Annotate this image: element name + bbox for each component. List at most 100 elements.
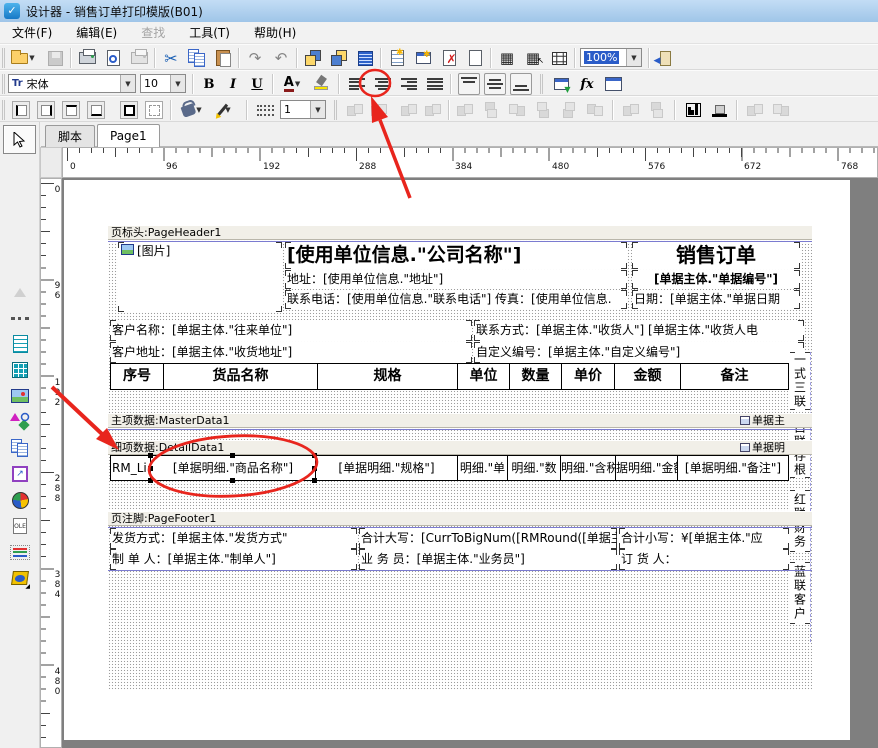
band-detail-data[interactable]: 细项数据:DetailData1 — [108, 440, 812, 455]
highlight-button[interactable] — [310, 73, 332, 95]
copies-label[interactable]: 蓝联客户 — [790, 562, 810, 624]
table-header-cell[interactable]: 货品名称 — [163, 363, 318, 390]
split-window-button[interactable] — [548, 47, 570, 69]
detail-cell-amount[interactable]: 据明细."金额 — [615, 455, 678, 481]
table-header-cell[interactable]: 数量 — [509, 363, 562, 390]
align-right-button[interactable] — [398, 73, 420, 95]
order-date-field[interactable]: 日期：[单据主体."单据日期 — [632, 290, 800, 309]
font-size-select[interactable]: 10 ▼ — [140, 74, 186, 93]
line-width-select[interactable]: 1 ▼ — [280, 100, 326, 119]
address-field[interactable]: 地址：[使用单位信息."地址"] — [285, 270, 627, 289]
chevron-down-icon[interactable]: ▼ — [120, 75, 135, 92]
band-page-footer[interactable]: 页注脚:PageFooter1 — [108, 511, 812, 526]
new-report-button[interactable]: ✱ — [386, 47, 408, 69]
border-left-button[interactable] — [10, 99, 32, 121]
selection-handle[interactable] — [312, 466, 317, 471]
tab-script[interactable]: 脚本 — [45, 125, 95, 147]
data-window-button[interactable]: ▼ — [550, 73, 572, 95]
toolbar-grip[interactable] — [2, 48, 6, 68]
menu-help[interactable]: 帮助(H) — [242, 21, 308, 44]
menu-edit[interactable]: 编辑(E) — [64, 21, 129, 44]
show-grid-button[interactable]: ▦ — [496, 47, 518, 69]
zoom-select[interactable]: 100% ▼ — [580, 48, 642, 67]
memo-tool-button[interactable] — [8, 540, 32, 564]
richtext-tool-button[interactable] — [8, 436, 32, 460]
table-header-cell[interactable]: 备注 — [680, 363, 789, 390]
underline-button[interactable]: U — [246, 73, 268, 95]
table-header-cell[interactable]: 单价 — [561, 363, 615, 390]
detail-cell-lineno[interactable]: RM_Li — [110, 455, 151, 481]
detail-cell-qty[interactable]: 明细."数 — [507, 455, 561, 481]
ole-tool-button[interactable]: OLE — [8, 514, 32, 538]
contact-field[interactable]: 联系方式：[单据主体."收货人"] [单据主体."收货人电 — [474, 320, 804, 341]
align-center-button[interactable] — [372, 73, 394, 95]
align-left-button[interactable] — [346, 73, 368, 95]
selection-handle[interactable] — [148, 478, 153, 483]
valign-middle-button[interactable] — [484, 73, 506, 95]
blank-page-button[interactable] — [464, 47, 486, 69]
table-header-cell[interactable]: 单位 — [457, 363, 510, 390]
snap-to-grid-button[interactable]: ▦↖ — [522, 47, 544, 69]
bring-to-front-button[interactable] — [302, 47, 324, 69]
band-page-header[interactable]: 页标头:PageHeader1 — [108, 225, 812, 240]
copy-button[interactable] — [186, 47, 208, 69]
cut-button[interactable]: ✂ — [160, 47, 182, 69]
bold-button[interactable]: B — [198, 73, 220, 95]
copies-label[interactable]: 一式三联 — [790, 352, 810, 410]
size-to-grid-button[interactable] — [682, 99, 704, 121]
border-right-button[interactable] — [35, 99, 57, 121]
border-top-button[interactable] — [60, 99, 82, 121]
font-color-button[interactable]: A▼ — [278, 73, 306, 95]
table-header-cell[interactable]: 金额 — [614, 363, 681, 390]
form-properties-button[interactable] — [602, 73, 624, 95]
delete-page-button[interactable]: ✗ — [438, 47, 460, 69]
print-preview-button[interactable] — [102, 47, 124, 69]
menu-file[interactable]: 文件(F) — [0, 21, 64, 44]
chevron-down-icon[interactable]: ▼ — [170, 75, 185, 92]
maker-field[interactable]: 制 单 人：[单据主体."制单人"] — [110, 549, 357, 570]
table-header-cell[interactable]: 规格 — [317, 363, 458, 390]
total-in-figures-field[interactable]: 合计小写：¥[单据主体."应 — [619, 528, 789, 549]
company-name-field[interactable]: [使用单位信息."公司名称"] — [285, 242, 627, 269]
designer-extra-tool-button[interactable]: ◢ — [8, 566, 32, 590]
toolbar-grip[interactable] — [2, 100, 6, 120]
valign-top-button[interactable] — [458, 73, 480, 95]
toolbar-grip[interactable] — [540, 74, 544, 94]
align-text-bottom-button[interactable] — [708, 99, 730, 121]
custom-number-field[interactable]: 自定义编号：[单据主体."自定义编号"] — [474, 342, 804, 363]
ship-method-field[interactable]: 发货方式：[单据主体."发货方式" — [110, 528, 357, 549]
tab-page1[interactable]: Page1 — [97, 124, 160, 147]
selection-handle[interactable] — [148, 466, 153, 471]
customer-name-field[interactable]: 客户名称：[单据主体."往来单位"] — [110, 320, 472, 341]
label-tool-button[interactable] — [8, 332, 32, 356]
align-justify-button[interactable] — [424, 73, 446, 95]
open-button[interactable]: ▼ — [8, 47, 38, 69]
selection-handle[interactable] — [312, 453, 317, 458]
fill-color-button[interactable]: ▼ — [178, 99, 206, 121]
toolbar-grip[interactable] — [334, 100, 338, 120]
system-field-tool-button[interactable] — [8, 358, 32, 382]
subreport-tool-button[interactable]: ↗ — [8, 462, 32, 486]
chart-tool-button[interactable] — [8, 488, 32, 512]
select-tool-button[interactable] — [3, 125, 36, 154]
paste-button[interactable] — [212, 47, 234, 69]
salesman-field[interactable]: 业 务 员：[单据主体."业务员"] — [359, 549, 617, 570]
border-none-button[interactable] — [143, 99, 165, 121]
picture-tool-button[interactable] — [8, 384, 32, 408]
line-style-button[interactable] — [254, 99, 276, 121]
border-all-button[interactable] — [118, 99, 140, 121]
line-color-button[interactable]: ▼ — [212, 99, 240, 121]
detail-cell-spec[interactable]: [单据明细."规格"] — [315, 455, 458, 481]
border-bottom-button[interactable] — [85, 99, 107, 121]
properties-list-button[interactable] — [354, 47, 376, 69]
selection-handle[interactable] — [312, 478, 317, 483]
font-name-select[interactable]: Tr 宋体 ▼ — [8, 74, 136, 93]
toolbar-grip[interactable] — [2, 74, 6, 94]
order-title-label[interactable]: 销售订单 — [632, 242, 800, 269]
order-number-field[interactable]: [单据主体."单据编号"] — [632, 270, 800, 289]
chevron-down-icon[interactable]: ▼ — [310, 101, 325, 118]
shape-tool-button[interactable] — [8, 410, 32, 434]
valign-bottom-button[interactable] — [510, 73, 532, 95]
orderer-field[interactable]: 订 货 人： — [619, 549, 789, 570]
send-to-back-button[interactable] — [328, 47, 350, 69]
